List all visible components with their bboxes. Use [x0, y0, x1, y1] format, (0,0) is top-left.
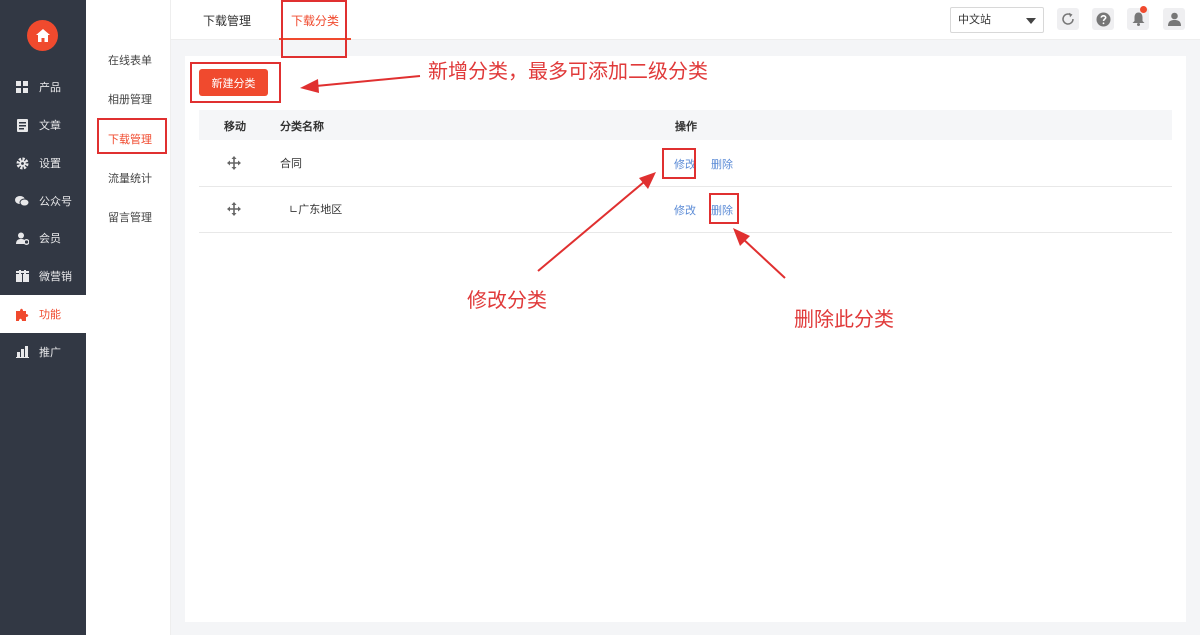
annotation-edit-category: 修改分类 — [467, 288, 547, 312]
arrow-to-edit — [537, 172, 656, 272]
annotation-new-category: 新增分类，最多可添加二级分类 — [428, 59, 708, 83]
arrow-to-delete — [733, 228, 786, 279]
arrow-to-new-button — [300, 75, 421, 93]
annotation-arrows — [300, 75, 786, 279]
annotation-delete-category: 删除此分类 — [794, 307, 894, 331]
